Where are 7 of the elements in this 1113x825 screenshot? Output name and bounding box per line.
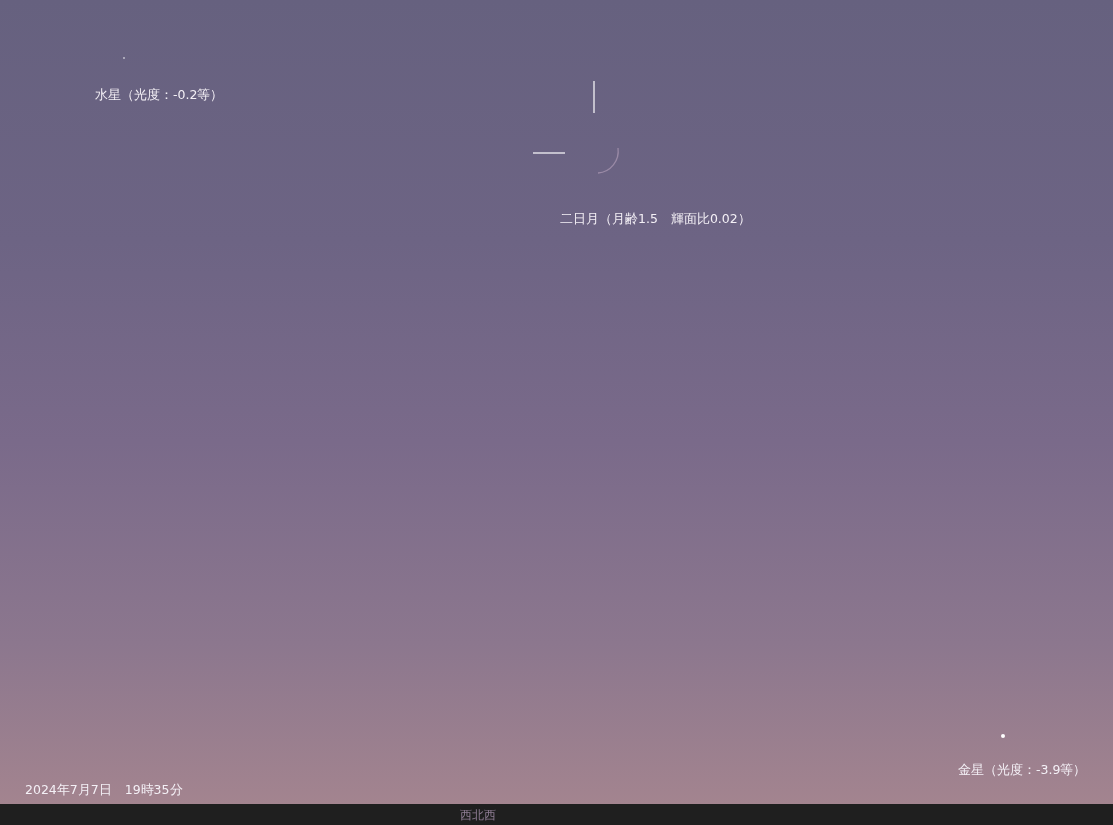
object-label: 金星（光度：-3.9等） bbox=[958, 762, 1087, 778]
object-label: 二日月（月齢1.5 輝面比0.02） bbox=[560, 211, 751, 227]
object-label: 水星（光度：-0.2等） bbox=[95, 87, 224, 103]
planet-icon bbox=[1001, 734, 1005, 738]
planet-icon bbox=[122, 56, 126, 60]
direction-label: 西北西 bbox=[460, 807, 496, 822]
date-time-label: 2024年7月7日 19時35分 bbox=[25, 782, 183, 798]
